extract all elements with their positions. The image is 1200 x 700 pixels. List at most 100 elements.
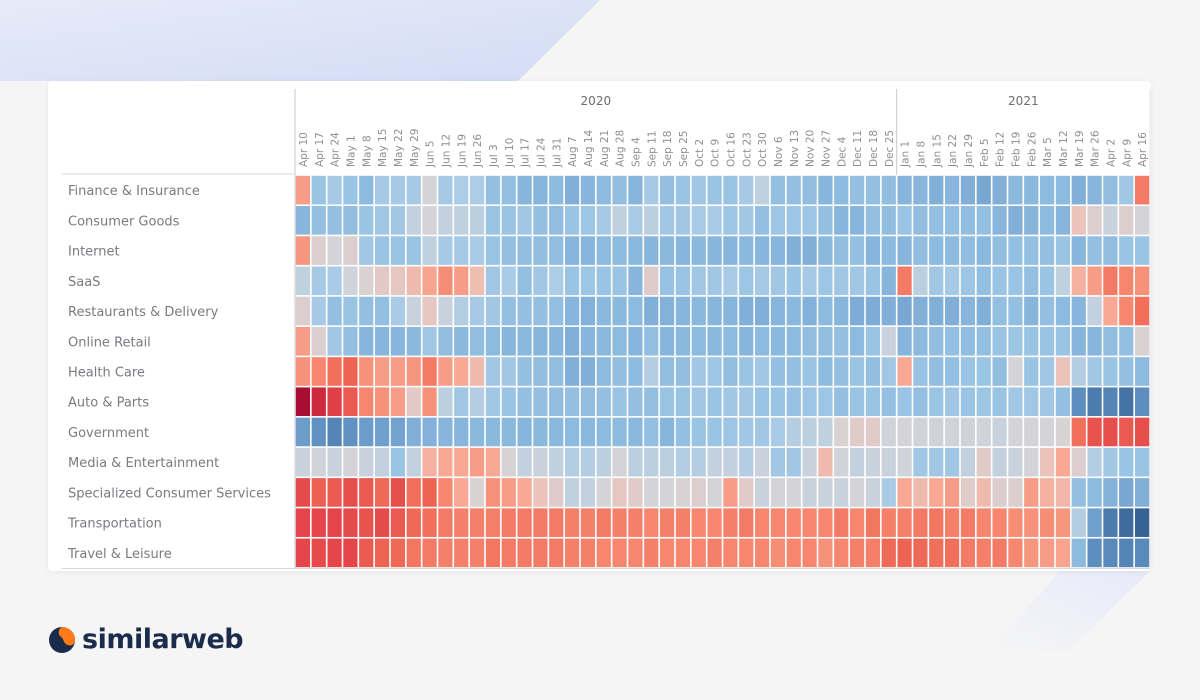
column-label: Aug 28: [615, 130, 627, 167]
heatmap-cell: [390, 538, 406, 568]
column-label: May 29: [409, 129, 421, 167]
heatmap-cell: [929, 175, 944, 205]
heatmap-cell: [976, 326, 991, 356]
heatmap-cell: [691, 326, 706, 356]
heatmap-cell: [865, 478, 881, 507]
heatmap-cell: [881, 387, 896, 417]
heatmap-cell: [849, 508, 865, 537]
heatmap-cell: [976, 236, 991, 265]
heatmap-cell: [960, 266, 976, 296]
heatmap-cell: [327, 206, 342, 235]
heatmap-cell: [897, 417, 912, 447]
heatmap-cell: [770, 417, 786, 447]
heatmap-cell: [295, 538, 311, 568]
heatmap-cell: [944, 357, 960, 386]
heatmap-cell: [913, 387, 928, 417]
column-label: Mar 19: [1074, 130, 1086, 167]
heatmap-cell: [754, 296, 770, 326]
heatmap-cell: [327, 326, 342, 356]
heatmap-cell: [754, 387, 770, 417]
year-label-2021: 2021: [1008, 94, 1039, 108]
heatmap-cell: [786, 387, 801, 417]
heatmap-cell: [612, 478, 627, 507]
heatmap-cell: [1008, 417, 1023, 447]
heatmap-cell: [992, 538, 1007, 568]
heatmap-cell: [865, 417, 881, 447]
column-label: Sep 11: [646, 131, 658, 168]
heatmap-cell: [501, 296, 516, 326]
heatmap-cell: [469, 417, 485, 447]
heatmap-cell: [834, 417, 849, 447]
column-label: Dec 11: [852, 130, 864, 167]
heatmap-cell: [422, 508, 437, 537]
heatmap-cell: [533, 296, 548, 326]
column-label: Jul 17: [520, 138, 532, 168]
heatmap-cell: [849, 538, 865, 568]
heatmap-cell: [818, 236, 833, 265]
heatmap-cell: [359, 296, 374, 326]
heatmap-cell: [913, 175, 928, 205]
heatmap-cell: [628, 236, 643, 265]
heatmap-cell: [770, 326, 786, 356]
heatmap-cell: [549, 296, 564, 326]
heatmap-cell: [770, 357, 786, 386]
heatmap-cell: [1087, 387, 1102, 417]
heatmap-cell: [311, 357, 326, 386]
heatmap-cell: [469, 508, 485, 537]
heatmap-cell: [849, 447, 865, 477]
heatmap-cell: [675, 296, 691, 326]
column-label: Oct 16: [725, 132, 737, 167]
heatmap-cell: [849, 266, 865, 296]
heatmap-cell: [343, 236, 358, 265]
row-label: Finance & Insurance: [68, 184, 200, 199]
heatmap-cell: [359, 236, 374, 265]
heatmap-cell: [913, 357, 928, 386]
heatmap-cell: [786, 478, 801, 507]
heatmap-cell: [580, 387, 596, 417]
heatmap-cell: [295, 266, 311, 296]
heatmap-cell: [976, 296, 991, 326]
heatmap-cell: [754, 206, 770, 235]
heatmap-cell: [359, 175, 374, 205]
heatmap-cell: [691, 417, 706, 447]
heatmap-cell: [612, 206, 627, 235]
heatmap-cell: [406, 236, 421, 265]
heatmap-cell: [1071, 417, 1086, 447]
heatmap-cell: [1119, 508, 1134, 537]
heatmap-cell: [533, 417, 548, 447]
column-label: Jun 26: [472, 134, 484, 168]
heatmap-cell: [374, 175, 390, 205]
heatmap-cell: [596, 206, 611, 235]
heatmap-cell: [517, 326, 532, 356]
heatmap-cell: [818, 538, 833, 568]
heatmap-cell: [374, 387, 390, 417]
heatmap-cell: [1024, 326, 1039, 356]
heatmap-cell: [849, 175, 865, 205]
heatmap-cell: [754, 508, 770, 537]
heatmap-cell: [1087, 296, 1102, 326]
heatmap-cell: [469, 236, 485, 265]
heatmap-cell: [897, 175, 912, 205]
heatmap-cell: [295, 387, 311, 417]
heatmap-cell: [675, 266, 691, 296]
heatmap-cell: [517, 387, 532, 417]
heatmap-cell: [406, 447, 421, 477]
heatmap-cell: [1008, 387, 1023, 417]
column-label: Apr 16: [1137, 132, 1149, 167]
heatmap-cell: [485, 175, 501, 205]
heatmap-cell: [992, 478, 1007, 507]
heatmap-cell: [612, 266, 627, 296]
heatmap-cell: [438, 326, 453, 356]
heatmap-cell: [913, 296, 928, 326]
heatmap-cell: [739, 236, 754, 265]
column-label: May 8: [361, 135, 373, 167]
heatmap-cell: [644, 447, 659, 477]
heatmap-cell: [390, 206, 406, 235]
heatmap-cell: [327, 387, 342, 417]
heatmap-cell: [390, 417, 406, 447]
column-label: May 15: [377, 129, 389, 167]
heatmap-cell: [596, 478, 611, 507]
heatmap-cell: [1119, 326, 1134, 356]
heatmap-cell: [1119, 206, 1134, 235]
heatmap-cell: [865, 175, 881, 205]
